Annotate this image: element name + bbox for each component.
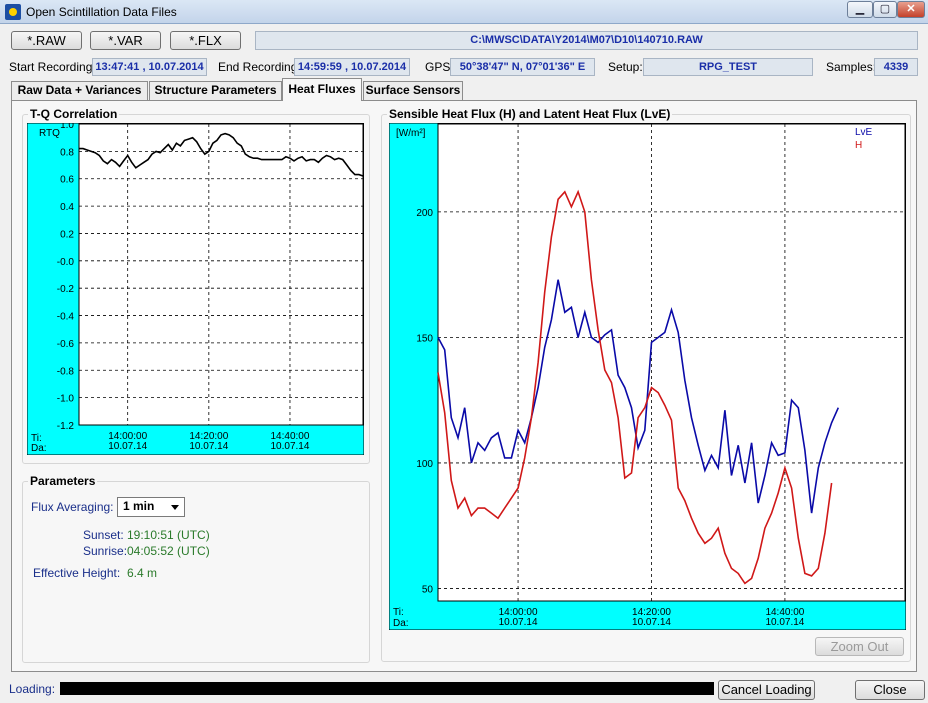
tq-y-axis-label: RTQ (39, 128, 60, 139)
x-tick-date-label: 10.07.14 (189, 441, 228, 452)
end-recording-value: 14:59:59 , 10.07.2014 (294, 58, 410, 76)
setup-value: RPG_TEST (643, 58, 813, 76)
sunrise-value: 04:05:52 (UTC) (127, 544, 210, 558)
y-tick-label: 200 (416, 208, 433, 219)
title-bar: Open Scintillation Data Files ▁ ▢ ✕ (0, 0, 928, 24)
tab-heat-fluxes[interactable]: Heat Fluxes (282, 78, 362, 101)
flux-y-axis-label: [W/m²] (396, 128, 426, 139)
y-tick-label: 50 (422, 584, 434, 595)
start-recording-label: Start Recording: (9, 60, 96, 74)
flux-averaging-select[interactable]: 1 min (117, 497, 185, 517)
parameters-title: Parameters (28, 474, 98, 488)
flux-plot-area (437, 123, 906, 602)
tab-raw-data[interactable]: Raw Data + Variances (11, 81, 148, 100)
y-tick-label: -0.2 (57, 284, 75, 295)
flux-x-row-label-time: Ti: (393, 607, 404, 618)
gps-value: 50°38'47" N, 07°01'36" E (450, 58, 595, 76)
var-file-button[interactable]: *.VAR (90, 31, 161, 50)
app-icon (5, 4, 21, 20)
y-tick-label: -0.0 (57, 257, 75, 268)
samples-label: Samples: (826, 60, 877, 74)
tq-correlation-chart: 1.0 0.8 0.6 0.4 0.2 -0.0 -0.2 -0.4 -0.6 -0.8 -1.0 -… (27, 123, 364, 455)
raw-file-button[interactable]: *.RAW (11, 31, 82, 50)
samples-value: 4339 (874, 58, 918, 76)
flux-averaging-value: 1 min (123, 499, 155, 513)
zoom-out-button[interactable]: Zoom Out (815, 637, 904, 656)
tab-surface-sensors[interactable]: Surface Sensors (363, 81, 463, 100)
x-tick-date-label: 10.07.14 (108, 441, 147, 452)
tq-x-tick-labels: 14:00:0010.07.1414:20:0010.07.1414:40:00… (108, 431, 310, 452)
tab-structure-parameters[interactable]: Structure Parameters (149, 81, 282, 100)
y-tick-label: 1.0 (60, 123, 74, 131)
x-tick-date-label: 10.07.14 (499, 617, 538, 628)
y-tick-label: -1.2 (57, 421, 75, 432)
setup-label: Setup: (608, 60, 643, 74)
loading-label: Loading: (9, 682, 56, 696)
y-tick-label: -0.6 (57, 339, 75, 350)
tq-x-row-label-date: Da: (31, 443, 47, 454)
x-tick-date-label: 10.07.14 (632, 617, 671, 628)
x-tick-date-label: 10.07.14 (765, 617, 804, 628)
y-tick-label: 0.2 (60, 229, 74, 240)
heat-flux-chart: 20015010050 14:00:0010.07.1414:20:0010.0… (389, 123, 906, 630)
file-path-field: C:\MWSC\DATA\Y2014\M07\D10\140710.RAW (255, 31, 918, 50)
flux-x-row-label-date: Da: (393, 618, 409, 629)
maximize-button[interactable]: ▢ (873, 1, 897, 18)
y-tick-label: -0.4 (57, 312, 75, 323)
y-tick-label: -1.0 (57, 394, 75, 405)
y-tick-label: 150 (416, 333, 433, 344)
y-tick-label: 0.4 (60, 202, 74, 213)
legend-h: H (855, 140, 862, 151)
end-recording-label: End Recording: (218, 60, 301, 74)
close-window-button[interactable]: ✕ (897, 1, 925, 18)
y-tick-label: 100 (416, 459, 433, 470)
start-recording-value: 13:47:41 , 10.07.2014 (92, 58, 207, 76)
close-button[interactable]: Close (855, 680, 925, 700)
y-tick-label: 0.6 (60, 175, 74, 186)
cancel-loading-button[interactable]: Cancel Loading (718, 680, 815, 700)
minimize-button[interactable]: ▁ (847, 1, 873, 18)
window-title: Open Scintillation Data Files (26, 5, 177, 19)
y-tick-label: 0.8 (60, 147, 74, 158)
effective-height-value: 6.4 m (127, 566, 158, 580)
sunset-label: Sunset: (83, 528, 124, 542)
flx-file-button[interactable]: *.FLX (170, 31, 241, 50)
x-tick-date-label: 10.07.14 (271, 441, 310, 452)
y-tick-label: -0.8 (57, 366, 75, 377)
sunset-value: 19:10:51 (UTC) (127, 528, 210, 542)
chevron-down-icon (171, 505, 179, 510)
heat-flux-title: Sensible Heat Flux (H) and Latent Heat F… (387, 107, 673, 121)
loading-progress-bar (60, 682, 714, 695)
legend-lve: LvE (855, 127, 873, 138)
tq-plot-area (78, 123, 364, 426)
sunrise-label: Sunrise: (83, 544, 128, 558)
tq-correlation-title: T-Q Correlation (28, 107, 120, 121)
flux-averaging-label: Flux Averaging: (31, 500, 114, 514)
effective-height-label: Effective Height: (33, 566, 121, 580)
